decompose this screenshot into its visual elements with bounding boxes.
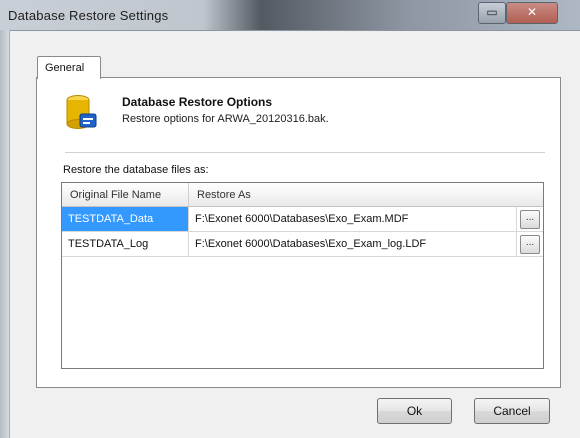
header-divider bbox=[65, 152, 545, 153]
restore-files-label: Restore the database files as: bbox=[63, 164, 209, 176]
browse-button[interactable]: ... bbox=[520, 210, 540, 229]
minimize-button[interactable]: ▭ bbox=[478, 2, 506, 24]
general-tab-panel: Database Restore Options Restore options… bbox=[36, 77, 561, 388]
close-icon: ✕ bbox=[526, 5, 538, 19]
restore-files-grid[interactable]: Original File Name Restore As TESTDATA_D… bbox=[61, 182, 544, 369]
column-header-original-file-name[interactable]: Original File Name bbox=[62, 183, 189, 207]
cancel-button[interactable]: Cancel bbox=[474, 398, 550, 424]
options-heading: Database Restore Options bbox=[122, 95, 273, 109]
browse-button[interactable]: ... bbox=[520, 235, 540, 254]
ok-button[interactable]: Ok bbox=[377, 398, 452, 424]
options-subtitle: Restore options for ARWA_20120316.bak. bbox=[122, 113, 329, 125]
restore-as-cell[interactable]: F:\Exonet 6000\Databases\Exo_Exam_log.LD… bbox=[189, 232, 517, 257]
database-restore-settings-window: Database Restore Settings ▭ ✕ General Da… bbox=[0, 0, 580, 438]
tab-general[interactable]: General bbox=[37, 56, 101, 79]
database-icon bbox=[66, 95, 97, 129]
restore-as-cell[interactable]: F:\Exonet 6000\Databases\Exo_Exam.MDF bbox=[189, 207, 517, 232]
column-header-restore-as[interactable]: Restore As bbox=[189, 183, 543, 207]
original-file-cell[interactable]: TESTDATA_Log bbox=[62, 232, 189, 257]
minimize-icon: ▭ bbox=[486, 5, 498, 19]
close-button[interactable]: ✕ bbox=[506, 2, 558, 24]
tab-general-label: General bbox=[45, 62, 85, 74]
title-bar[interactable]: Database Restore Settings ▭ ✕ bbox=[0, 0, 580, 31]
original-file-cell[interactable]: TESTDATA_Data bbox=[62, 207, 189, 232]
window-frame-edge bbox=[0, 30, 10, 438]
browse-cell: ... bbox=[517, 232, 543, 257]
browse-cell: ... bbox=[517, 207, 543, 232]
window-title: Database Restore Settings bbox=[8, 8, 169, 23]
